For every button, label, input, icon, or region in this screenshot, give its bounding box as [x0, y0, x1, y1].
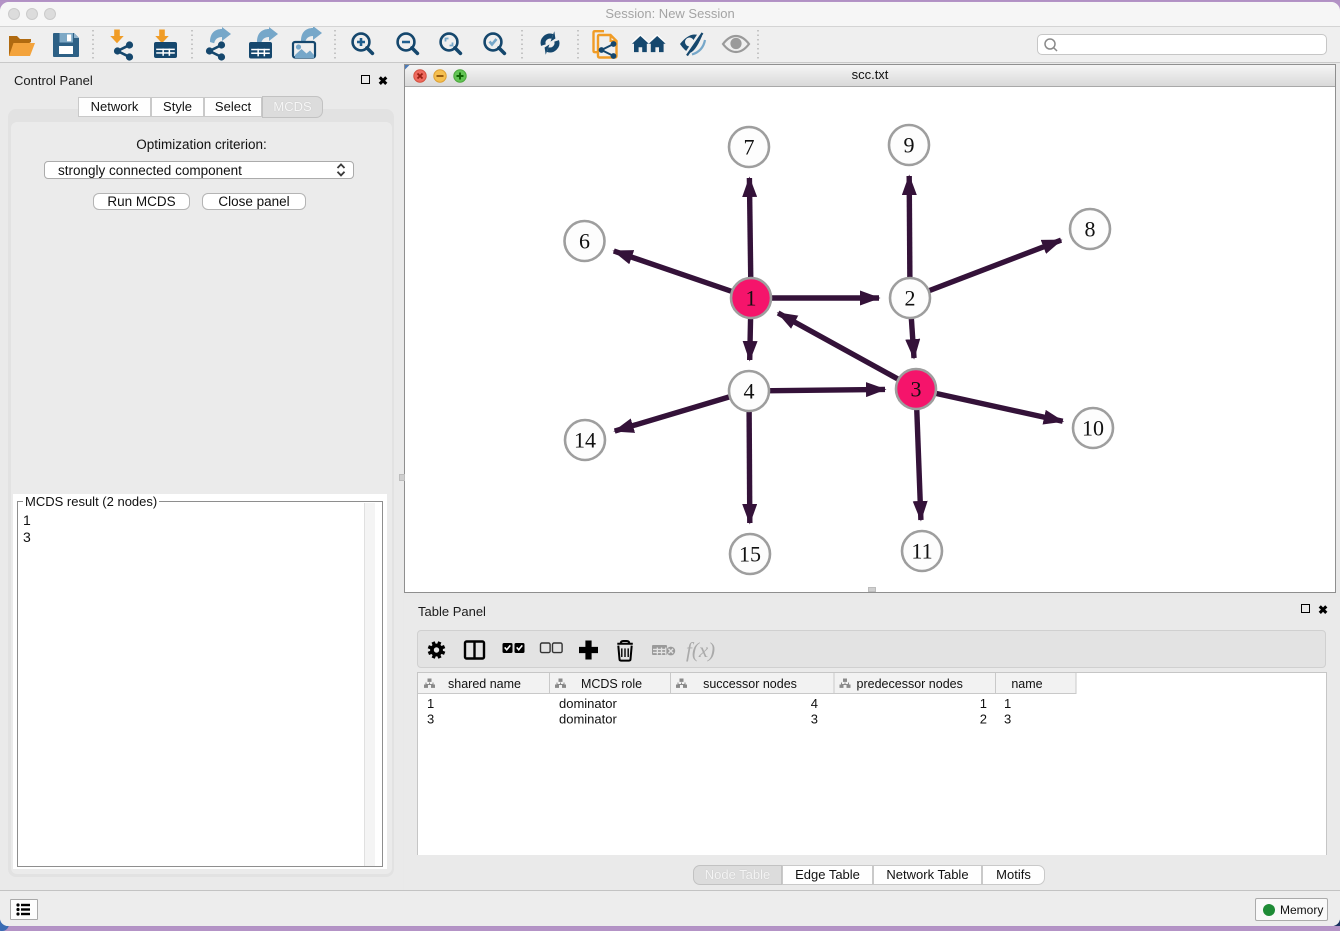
svg-text:shared name: shared name — [448, 677, 521, 691]
svg-text:9: 9 — [904, 133, 915, 158]
svg-text:1: 1 — [980, 696, 987, 711]
svg-text:11: 11 — [911, 539, 932, 564]
svg-text:name: name — [1011, 677, 1042, 691]
svg-text:15: 15 — [739, 542, 761, 567]
svg-text:6: 6 — [579, 229, 590, 254]
svg-text:MCDS role: MCDS role — [581, 677, 642, 691]
svg-text:successor nodes: successor nodes — [703, 677, 797, 691]
svg-text:1: 1 — [746, 286, 757, 311]
svg-text:3: 3 — [1004, 712, 1011, 727]
svg-text:dominator: dominator — [559, 696, 617, 711]
svg-text:3: 3 — [427, 712, 434, 727]
svg-text:f(x): f(x) — [686, 638, 715, 662]
svg-text:3: 3 — [811, 712, 818, 727]
svg-text:8: 8 — [1085, 217, 1096, 242]
svg-text:2: 2 — [905, 286, 916, 311]
svg-text:2: 2 — [980, 712, 987, 727]
svg-text:4: 4 — [811, 696, 818, 711]
svg-text:dominator: dominator — [559, 712, 617, 727]
svg-text:1: 1 — [427, 696, 434, 711]
svg-text:3: 3 — [911, 377, 922, 402]
svg-text:4: 4 — [744, 379, 755, 404]
svg-text:1: 1 — [1004, 696, 1011, 711]
svg-text:10: 10 — [1082, 416, 1104, 441]
svg-text:14: 14 — [574, 428, 596, 453]
svg-text:7: 7 — [744, 135, 755, 160]
svg-text:predecessor nodes: predecessor nodes — [857, 677, 963, 691]
